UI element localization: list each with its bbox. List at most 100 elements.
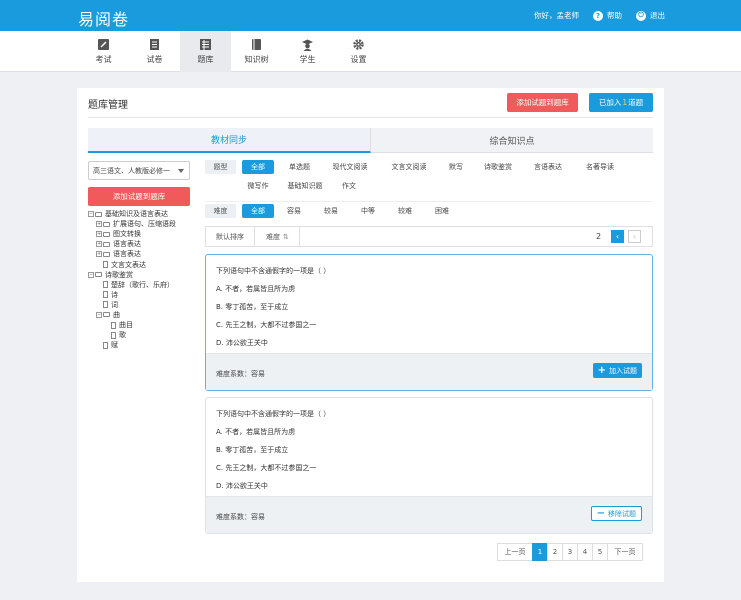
type-filter-row-2: 微写作 基础知识题 作文 <box>205 177 653 196</box>
type-filter-all[interactable]: 全部 <box>242 160 274 174</box>
type-filter-item[interactable]: 默写 <box>444 160 468 174</box>
difficulty-filter-label: 难度 <box>205 204 236 218</box>
logout-label: 退出 <box>650 11 665 20</box>
paper-icon <box>150 39 159 50</box>
tab-textbook-sync[interactable]: 教材同步 <box>88 128 371 153</box>
next-page-button[interactable]: › <box>628 230 641 243</box>
add-question-button[interactable]: + 加入试题 <box>592 363 642 378</box>
help-link[interactable]: ? 帮助 <box>593 10 622 21</box>
nav-question-bank[interactable]: 题库 <box>180 31 231 72</box>
file-icon <box>103 341 108 349</box>
difficulty-filter-all[interactable]: 全部 <box>242 204 274 218</box>
sort-bar: 默认排序 难度 ⇅ 2 ‹ › <box>205 226 653 247</box>
difficulty-filter-item[interactable]: 较难 <box>394 204 416 218</box>
pager-page[interactable]: 1 <box>532 543 548 561</box>
add-to-bank-button[interactable]: 添加试题到题库 <box>507 93 578 112</box>
tree-node[interactable]: 诗 <box>88 290 190 300</box>
type-filter-item[interactable]: 诗歌鉴赏 <box>478 160 518 174</box>
user-greeting: 你好，孟老师 <box>534 11 579 20</box>
sort-difficulty-button[interactable]: 难度 ⇅ <box>256 227 300 246</box>
tree-node[interactable]: 文言文表达 <box>88 259 190 269</box>
nav-settings[interactable]: 设置 <box>333 31 384 72</box>
tree-node[interactable]: + 图文转换 <box>88 229 190 239</box>
pager-page[interactable]: 2 <box>547 543 563 561</box>
type-filter-item[interactable]: 单选题 <box>283 160 316 174</box>
tree-node[interactable]: − 曲 <box>88 310 190 320</box>
nav-label: 知识树 <box>244 55 269 64</box>
question-stem: 下列语句中不含通假字的一项是（ ） <box>216 267 331 275</box>
nav-exam[interactable]: 考试 <box>78 31 129 72</box>
difficulty-coefficient: 难度系数：容易 <box>216 370 265 378</box>
folder-icon <box>103 312 110 318</box>
question-bank-icon <box>200 39 211 50</box>
sidebar: 高三语文、人教版必修一 添加试题到题库 − 基础知识及语言表达 + 扩展语句、压缩语段… <box>88 161 190 350</box>
tree-node[interactable]: + 语言表达 <box>88 239 190 249</box>
question-option: A. 不者，若属皆且所为虏 <box>216 428 296 436</box>
expand-icon[interactable]: + <box>96 251 102 258</box>
pager-page[interactable]: 5 <box>592 543 608 561</box>
remove-question-button[interactable]: − 移除试题 <box>590 506 642 521</box>
folder-icon <box>103 251 110 257</box>
question-card[interactable]: 下列语句中不含通假字的一项是（ ） A. 不者，若属皆且所为虏 B. 零丁孤苦，… <box>205 397 653 534</box>
type-filter-item[interactable]: 名著导读 <box>578 160 622 174</box>
question-footer: 难度系数：容易 − 移除试题 <box>206 496 652 533</box>
question-card[interactable]: 下列语句中不含通假字的一项是（ ） A. 不者，若属皆且所为虏 B. 零丁孤苦，… <box>205 254 653 391</box>
tree-node[interactable]: + 扩展语句、压缩语段 <box>88 219 190 229</box>
collapse-icon[interactable]: − <box>88 271 94 278</box>
student-icon <box>302 39 313 51</box>
sidebar-add-button[interactable]: 添加试题到题库 <box>88 187 190 206</box>
pager-page[interactable]: 3 <box>562 543 578 561</box>
question-option: D. 沛公欲王关中 <box>216 339 268 347</box>
pager-next[interactable]: 下一页 <box>607 543 643 561</box>
nav-paper[interactable]: 试卷 <box>129 31 180 72</box>
tree-node[interactable]: 歌 <box>88 330 190 340</box>
file-icon <box>103 301 108 309</box>
tree-node[interactable]: 赋 <box>88 340 190 350</box>
prev-page-button[interactable]: ‹ <box>611 230 624 243</box>
file-icon <box>103 261 108 269</box>
joined-questions-button[interactable]: 已加入 1 道题 <box>589 93 653 112</box>
top-bar: 易阅卷 你好，孟老师 ? 帮助 ⏻ 退出 <box>0 0 741 31</box>
app-logo[interactable]: 易阅卷 <box>78 6 129 30</box>
tree-node[interactable]: 词 <box>88 300 190 310</box>
logout-link[interactable]: ⏻ 退出 <box>636 10 665 21</box>
file-icon <box>103 281 108 289</box>
difficulty-filter-item[interactable]: 容易 <box>283 204 305 218</box>
sort-difficulty-label: 难度 <box>266 232 280 241</box>
type-filter-item[interactable]: 现代文阅读 <box>325 160 375 174</box>
difficulty-filter-item[interactable]: 较易 <box>320 204 342 218</box>
collapse-icon[interactable]: − <box>88 211 94 218</box>
type-filter-item[interactable]: 微写作 <box>242 179 274 193</box>
type-filter-item[interactable]: 基础知识题 <box>283 179 327 193</box>
tree-node-label: 文言文表达 <box>111 260 146 269</box>
expand-icon[interactable]: + <box>96 221 102 228</box>
tree-node[interactable]: + 语言表达 <box>88 249 190 259</box>
tree-node[interactable]: 曲目 <box>88 320 190 330</box>
tree-node[interactable]: − 诗歌鉴赏 <box>88 270 190 280</box>
type-filter-item[interactable]: 作文 <box>337 179 361 193</box>
question-list-area: 题型 全部 单选题 现代文阅读 文言文阅读 默写 诗歌鉴赏 言语表达 名著导读 … <box>205 158 653 534</box>
textbook-select[interactable]: 高三语文、人教版必修一 <box>88 161 190 180</box>
tab-bar: 教材同步 综合知识点 <box>88 128 653 153</box>
nav-knowledge-tree[interactable]: 知识树 <box>231 31 282 72</box>
difficulty-filter-item[interactable]: 中等 <box>357 204 379 218</box>
folder-icon <box>103 241 110 247</box>
type-filter-item[interactable]: 文言文阅读 <box>384 160 434 174</box>
type-filter-item[interactable]: 言语表达 <box>528 160 568 174</box>
collapse-icon[interactable]: − <box>96 311 102 318</box>
file-icon <box>111 331 116 339</box>
tree-node[interactable]: 楚辞（歌行、乐府） <box>88 280 190 290</box>
expand-icon[interactable]: + <box>96 241 102 248</box>
tab-knowledge-points[interactable]: 综合知识点 <box>371 128 653 153</box>
question-bank-panel: 题库管理 添加试题到题库 已加入 1 道题 教材同步 综合知识点 高三语文、人教… <box>77 88 664 582</box>
tree-node[interactable]: − 基础知识及语言表达 <box>88 209 190 219</box>
pager-prev[interactable]: 上一页 <box>497 543 533 561</box>
pager-page[interactable]: 4 <box>577 543 593 561</box>
divider <box>88 117 653 118</box>
sort-default-button[interactable]: 默认排序 <box>206 227 255 246</box>
tree-node-label: 诗 <box>111 290 118 299</box>
nav-label: 题库 <box>197 55 214 64</box>
nav-students[interactable]: 学生 <box>282 31 333 72</box>
difficulty-filter-item[interactable]: 困难 <box>431 204 453 218</box>
expand-icon[interactable]: + <box>96 231 102 238</box>
